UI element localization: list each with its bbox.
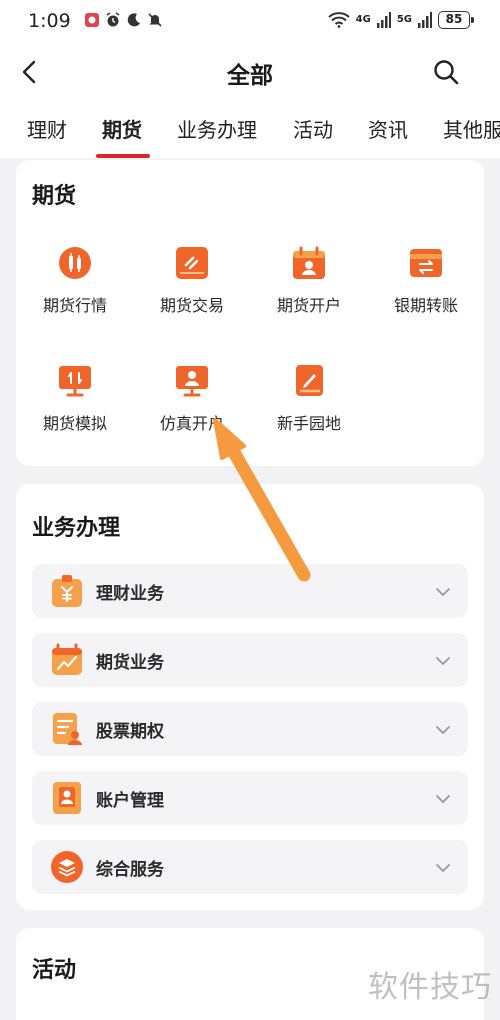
watermark: 软件技巧	[368, 970, 492, 1005]
integrated-service-label: 综合服务	[96, 860, 164, 880]
stock-option-icon	[53, 713, 82, 745]
chevron-down-icon	[436, 864, 450, 872]
tab-futures[interactable]: 期货	[102, 114, 142, 143]
beginner-guide-icon	[296, 365, 323, 396]
chevron-down-icon	[436, 726, 450, 734]
notification-app-icon	[85, 13, 99, 27]
stock-option-row[interactable]: 股票期权	[32, 702, 468, 756]
tab-business[interactable]: 业务办理	[177, 114, 257, 143]
integrated-service-row[interactable]: 综合服务	[32, 840, 468, 894]
active-tab-indicator	[96, 154, 150, 158]
header: 全部	[0, 42, 500, 102]
layers-icon	[51, 851, 83, 883]
futures-trade-item[interactable]: 期货交易	[137, 246, 247, 316]
futures-section-title: 期货	[32, 184, 77, 209]
category-tabs: 理财 期货 业务办理 活动 资讯 其他服	[0, 102, 500, 158]
tab-wealth[interactable]: 理财	[27, 114, 67, 143]
simulation-account-icon	[176, 366, 208, 397]
beginner-guide-item[interactable]: 新手园地	[254, 364, 364, 434]
futures-quote-label: 期货行情	[42, 296, 107, 315]
futures-quote-icon	[59, 247, 91, 279]
wifi-icon	[327, 12, 350, 28]
network-label-1: 4G	[355, 14, 371, 25]
futures-business-label: 期货业务	[96, 653, 164, 673]
chevron-down-icon	[436, 588, 450, 596]
mute-icon	[148, 13, 162, 27]
chevron-down-icon	[436, 795, 450, 803]
beginner-guide-label: 新手园地	[276, 414, 341, 433]
bank-transfer-item[interactable]: 银期转账	[371, 246, 481, 316]
status-right: 4G 5G 85	[327, 11, 474, 29]
tab-news[interactable]: 资讯	[368, 114, 408, 143]
network-label-2: 5G	[396, 14, 412, 25]
simulation-account-item[interactable]: 仿真开户	[137, 364, 247, 434]
wealth-bag-icon	[52, 575, 82, 607]
chevron-down-icon	[436, 657, 450, 665]
futures-quote-item[interactable]: 期货行情	[20, 246, 130, 316]
futures-business-row[interactable]: 期货业务	[32, 633, 468, 687]
bank-transfer-label: 银期转账	[393, 296, 458, 315]
business-section-title: 业务办理	[32, 516, 121, 541]
futures-simulation-label: 期货模拟	[42, 414, 107, 433]
page-title: 全部	[227, 63, 273, 89]
battery-indicator: 85	[438, 11, 474, 29]
futures-simulation-icon	[59, 366, 91, 397]
business-card: 业务办理 理财业务 期货业务 股票期权 账户管理 综合服务	[16, 484, 484, 910]
futures-account-open-icon	[293, 246, 325, 279]
stock-option-label: 股票期权	[96, 722, 164, 742]
moon-icon	[127, 13, 140, 27]
tab-other[interactable]: 其他服	[443, 114, 500, 143]
alarm-icon	[106, 12, 120, 27]
activity-section-title: 活动	[32, 958, 77, 983]
wealth-business-label: 理财业务	[96, 584, 164, 604]
simulation-account-label: 仿真开户	[159, 414, 224, 433]
futures-card: 期货 期货行情 期货交易 期货开户 银期转账 期货模拟 仿真开户 新手园地	[16, 160, 484, 466]
futures-account-open-label: 期货开户	[276, 296, 341, 315]
wealth-business-row[interactable]: 理财业务	[32, 564, 468, 618]
futures-account-open-item[interactable]: 期货开户	[254, 246, 364, 316]
signal-icon	[418, 12, 432, 28]
bank-transfer-icon	[410, 249, 442, 277]
account-management-label: 账户管理	[96, 791, 164, 811]
search-icon[interactable]	[432, 58, 460, 86]
status-bar: 1:09 4G 5G 85	[0, 0, 500, 42]
futures-simulation-item[interactable]: 期货模拟	[20, 364, 130, 434]
signal-icon	[376, 12, 391, 28]
account-management-row[interactable]: 账户管理	[32, 771, 468, 825]
futures-chart-icon	[52, 643, 82, 675]
futures-trade-label: 期货交易	[159, 296, 224, 315]
account-card-icon	[53, 782, 81, 814]
status-icons	[84, 12, 163, 28]
futures-trade-icon	[176, 247, 208, 279]
status-time: 1:09	[28, 10, 71, 32]
tab-activity[interactable]: 活动	[293, 114, 333, 143]
